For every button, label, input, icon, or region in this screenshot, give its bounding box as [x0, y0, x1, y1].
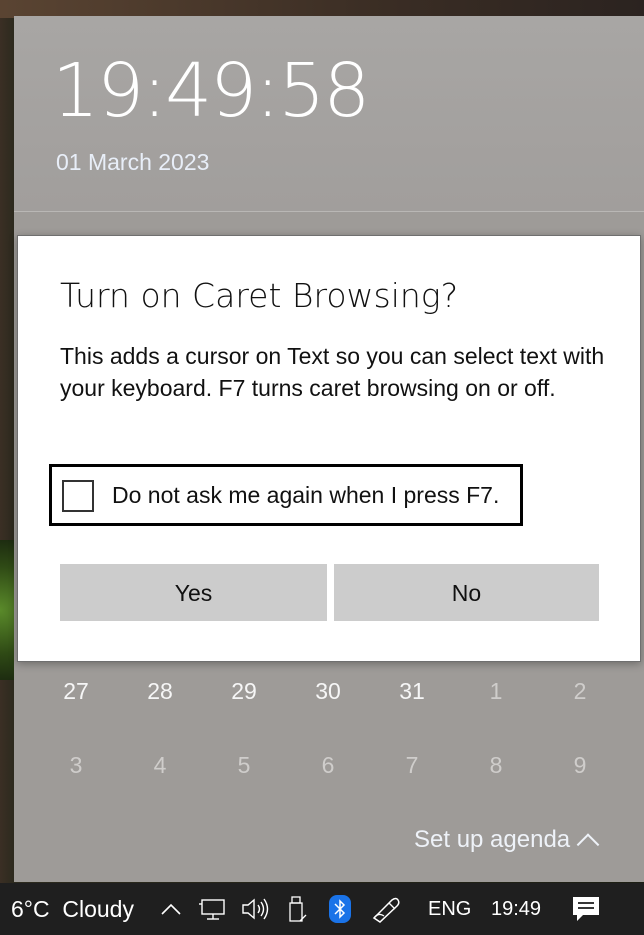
calendar-day[interactable]: 7 — [382, 745, 442, 785]
dont-ask-again-checkbox-row[interactable]: Do not ask me again when I press F7. — [49, 464, 523, 526]
volume-icon[interactable] — [240, 896, 272, 922]
calendar-day[interactable]: 28 — [130, 671, 190, 711]
weather-widget[interactable]: 6°C Cloudy — [11, 883, 134, 935]
chevron-up-icon[interactable] — [160, 901, 182, 917]
calendar-day[interactable]: 4 — [130, 745, 190, 785]
set-up-agenda-button[interactable]: Set up agenda — [414, 826, 600, 856]
flyout-header: 19:49:58 01 March 2023 — [14, 16, 644, 212]
yes-button[interactable]: Yes — [60, 564, 327, 621]
network-icon[interactable] — [198, 898, 230, 922]
calendar-day[interactable]: 30 — [298, 671, 358, 711]
calendar-day[interactable]: 8 — [466, 745, 526, 785]
clock-time: 19:49:58 — [52, 48, 370, 134]
clock-date[interactable]: 01 March 2023 — [56, 149, 209, 176]
calendar-week-row: 3 4 5 6 7 8 9 — [14, 745, 644, 785]
calendar-day[interactable]: 5 — [214, 745, 274, 785]
calendar-day[interactable]: 2 — [550, 671, 610, 711]
calendar-day[interactable]: 1 — [466, 671, 526, 711]
notification-icon[interactable] — [571, 895, 601, 923]
dialog-body-text: This adds a cursor on Text so you can se… — [60, 343, 605, 401]
no-button[interactable]: No — [334, 564, 599, 621]
dont-ask-again-label[interactable]: Do not ask me again when I press F7. — [112, 482, 499, 509]
usb-drive-icon[interactable] — [287, 895, 309, 925]
calendar-day[interactable]: 9 — [550, 745, 610, 785]
pen-icon[interactable] — [370, 894, 406, 924]
calendar-week-row: 27 28 29 30 31 1 2 — [14, 671, 644, 711]
taskbar-clock[interactable]: 19:49 — [491, 883, 541, 935]
calendar-day[interactable]: 6 — [298, 745, 358, 785]
taskbar: 6°C Cloudy ENG 19:49 — [0, 883, 644, 935]
input-language-indicator[interactable]: ENG — [428, 883, 471, 935]
calendar-day[interactable]: 3 — [46, 745, 106, 785]
dont-ask-again-checkbox[interactable] — [62, 480, 94, 512]
caret-browsing-dialog: Turn on Caret Browsing? This adds a curs… — [17, 235, 641, 662]
dialog-title: Turn on Caret Browsing? — [60, 276, 459, 315]
agenda-label: Set up agenda — [414, 826, 571, 853]
calendar-day[interactable]: 29 — [214, 671, 274, 711]
calendar-day[interactable]: 31 — [382, 671, 442, 711]
calendar-day[interactable]: 27 — [46, 671, 106, 711]
bluetooth-icon[interactable] — [329, 895, 351, 923]
chevron-up-icon — [576, 833, 600, 856]
